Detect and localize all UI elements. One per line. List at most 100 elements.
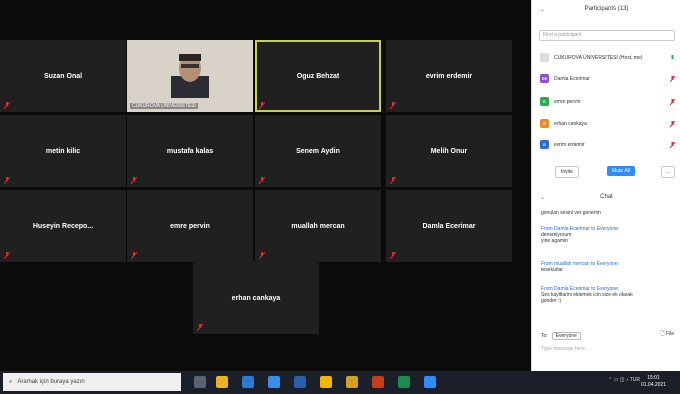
file-label: File xyxy=(665,331,674,337)
avatar: E xyxy=(540,97,549,106)
search-placeholder: Aramak için buraya yazın xyxy=(17,379,85,385)
recipient-select[interactable]: Everyone xyxy=(551,332,581,340)
taskbar: ⌕ Aramak için buraya yazın ⌃ ▭ ◫ ♪ TUR 15… xyxy=(0,371,680,394)
participant-label: erhan cankaya xyxy=(554,120,587,127)
avatar: E xyxy=(540,140,549,149)
app-icon[interactable] xyxy=(346,376,358,388)
mic-muted-icon xyxy=(259,102,265,109)
participant-label: evrim erdemir xyxy=(554,141,585,148)
taskbar-search-input[interactable]: ⌕ Aramak için buraya yazın xyxy=(3,373,181,391)
participant-list-item[interactable]: Eemre pervin xyxy=(540,96,678,107)
participant-tile[interactable]: metin kilic xyxy=(0,115,126,187)
mic-muted-icon xyxy=(131,177,137,184)
mic-muted-icon xyxy=(390,177,396,184)
more-button[interactable]: ... xyxy=(661,166,675,178)
excel-icon[interactable] xyxy=(398,376,410,388)
participant-list-item[interactable]: DE Damla Ecerimar xyxy=(540,73,678,84)
mic-muted-icon xyxy=(259,252,265,259)
search-placeholder: Find a participant xyxy=(543,32,582,38)
participant-name: Oguz Behzat xyxy=(296,72,340,80)
search-icon: ⌕ xyxy=(9,378,13,385)
chat-message: From muallah mercan to Everyone: tesekurl… xyxy=(541,261,675,273)
mic-muted-icon xyxy=(197,324,203,331)
clock[interactable]: 15:01 01.04.2021 xyxy=(641,375,666,389)
participant-video-tile[interactable]: CUKUROVA ÜNİVERSİTESİ xyxy=(127,40,253,112)
system-tray-icons[interactable]: ⌃ ▭ ◫ ♪ TUR xyxy=(608,377,640,383)
participant-tile[interactable]: emre pervin xyxy=(127,190,253,262)
participant-tile[interactable]: Melih Onur xyxy=(386,115,512,187)
participant-tile[interactable]: Senem Aydin xyxy=(255,115,381,187)
invite-button[interactable]: Invite xyxy=(555,166,579,178)
message-text: denemiyorum yine agamin xyxy=(541,232,572,244)
word-icon[interactable] xyxy=(294,376,306,388)
participant-list-item[interactable]: Eerhan cankaya xyxy=(540,118,678,129)
participant-label: CUKUROVA ÜNİVERSİTESİ (Host, me) xyxy=(554,54,643,61)
mic-muted-icon xyxy=(670,98,675,105)
participant-tile[interactable]: erhan cankaya xyxy=(193,262,319,334)
edge-icon[interactable] xyxy=(242,376,254,388)
mic-muted-icon xyxy=(4,102,10,109)
chat-recipient: To: Everyone xyxy=(541,332,581,340)
participants-title: Participants (13) xyxy=(584,6,629,12)
time: 15:01 xyxy=(647,375,660,381)
file-button[interactable]: 🗋 File xyxy=(661,331,674,339)
participant-tile[interactable]: mustafa kalas xyxy=(127,115,253,187)
participant-tile[interactable]: Huseyin Recepo... xyxy=(0,190,126,262)
mic-muted-icon xyxy=(670,141,675,148)
participant-list-item[interactable]: CUKUROVA ÜNİVERSİTESİ (Host, me) xyxy=(540,52,678,63)
participant-name: muallah mercan xyxy=(291,222,345,230)
participant-name: erhan cankaya xyxy=(231,294,281,302)
file-explorer-icon[interactable] xyxy=(216,376,228,388)
participant-name: Senem Aydin xyxy=(296,147,340,155)
participant-video-icon xyxy=(171,54,209,98)
avatar: DE xyxy=(540,74,549,83)
store-icon[interactable] xyxy=(268,376,280,388)
avatar xyxy=(540,53,549,62)
participant-tile[interactable]: evrim erdemir xyxy=(386,40,512,112)
participant-label: Damla Ecerimar xyxy=(554,75,590,82)
mic-muted-icon xyxy=(670,120,675,127)
mic-icon xyxy=(671,54,674,59)
message-text: gonulan sesini ver gonerim xyxy=(541,210,601,216)
date: 01.04.2021 xyxy=(640,382,666,388)
mic-muted-icon xyxy=(390,102,396,109)
avatar: E xyxy=(540,119,549,128)
active-speaker-tile[interactable]: Oguz Behzat xyxy=(255,40,381,112)
message-text: tesekurlar xyxy=(541,267,563,273)
collapse-icon[interactable]: ⌄ xyxy=(540,6,545,13)
participant-name: Melih Onur xyxy=(430,147,468,155)
participant-label: emre pervin xyxy=(554,98,581,105)
mic-muted-icon xyxy=(670,75,675,82)
mic-muted-icon xyxy=(259,177,265,184)
mic-muted-icon xyxy=(131,252,137,259)
task-view-icon[interactable] xyxy=(194,376,206,388)
participant-list-item[interactable]: Eevrim erdemir xyxy=(540,139,678,150)
video-gallery: Suzan Onal CUKUROVA ÜNİVERSİTESİ Oguz Be… xyxy=(0,0,531,371)
participant-name: mustafa kalas xyxy=(166,147,214,155)
participant-tile[interactable]: Damla Ecerimar xyxy=(386,190,512,262)
mic-muted-icon xyxy=(4,252,10,259)
chat-message-input[interactable]: Type message here... xyxy=(541,346,589,352)
collapse-icon[interactable]: ⌄ xyxy=(540,194,545,201)
message-text: Ses kayitlarini eklemek icin size ek ola… xyxy=(541,292,633,304)
chat-title: Chat xyxy=(600,194,613,200)
chrome-icon[interactable] xyxy=(320,376,332,388)
mic-muted-icon xyxy=(4,177,10,184)
participant-name: Damla Ecerimar xyxy=(422,222,476,230)
participant-name: emre pervin xyxy=(170,222,210,230)
chat-message: From Damla Ecerimar to Everyone: denemiyo… xyxy=(541,226,675,244)
participant-tile[interactable]: Suzan Onal xyxy=(0,40,126,112)
file-icon: 🗋 xyxy=(660,331,665,337)
participant-name: metin kilic xyxy=(45,147,81,155)
zoom-icon[interactable] xyxy=(424,376,436,388)
participant-search-input[interactable]: Find a participant xyxy=(539,30,675,41)
participant-name: evrim erdemir xyxy=(425,72,473,80)
side-panel: ⌄ Participants (13) Find a participant C… xyxy=(531,0,680,371)
participants-header: ⌄ Participants (13) xyxy=(532,6,680,13)
participant-name: CUKUROVA ÜNİVERSİTESİ xyxy=(130,103,198,109)
participant-tile[interactable]: muallah mercan xyxy=(255,190,381,262)
powerpoint-icon[interactable] xyxy=(372,376,384,388)
participant-name: Huseyin Recepo... xyxy=(32,222,94,230)
mute-all-button[interactable]: Mute All xyxy=(607,166,635,176)
chat-message: gonulan sesini ver gonerim xyxy=(541,210,675,216)
